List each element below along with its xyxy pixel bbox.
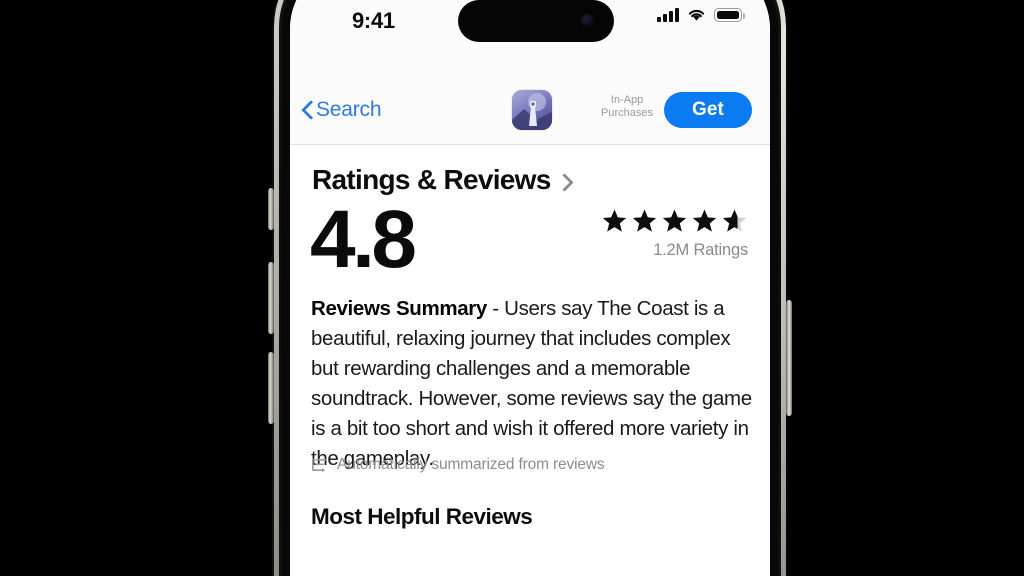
phone-screen: 9:41 Search In-App Purchases Get Ratings…: [290, 0, 770, 576]
wifi-icon: [688, 9, 705, 21]
get-button[interactable]: Get: [664, 92, 752, 128]
status-bar-indicators: [657, 8, 745, 22]
volume-up-button[interactable]: [268, 262, 274, 334]
cellular-bars-icon: [657, 8, 679, 22]
battery-full-icon: [714, 8, 745, 22]
reviews-summary-label: Reviews Summary: [311, 297, 487, 320]
app-detail-content: Ratings & Reviews 4.8 1.2M Ratings Revie…: [290, 146, 770, 576]
auto-summary-footnote: Automatically summarized from reviews: [310, 456, 605, 474]
in-app-purchases-label: In-App Purchases: [596, 94, 658, 120]
back-button-label: Search: [316, 98, 382, 121]
reviews-summary-separator: -: [486, 297, 505, 320]
status-bar: 9:41: [290, 0, 770, 52]
app-store-nav-bar: Search In-App Purchases Get: [290, 52, 770, 145]
star-icon-partial: [721, 208, 748, 234]
status-bar-clock: 9:41: [352, 8, 395, 33]
app-icon-the-coast[interactable]: [512, 90, 552, 130]
summarize-text-icon: [312, 457, 327, 472]
action-button[interactable]: [268, 188, 274, 230]
star-rating: [601, 208, 748, 234]
reviews-summary-body: Users say The Coast is a beautiful, rela…: [311, 297, 752, 470]
rating-summary-row: 4.8 1.2M Ratings: [290, 198, 770, 286]
back-to-search-button[interactable]: Search: [300, 98, 382, 122]
chevron-left-icon: [300, 99, 313, 121]
star-rating-block: 1.2M Ratings: [601, 208, 748, 260]
ratings-and-reviews-header[interactable]: Ratings & Reviews: [312, 164, 570, 196]
most-helpful-reviews-heading: Most Helpful Reviews: [311, 504, 533, 529]
front-camera-icon: [581, 14, 594, 27]
volume-down-button[interactable]: [268, 352, 274, 424]
average-rating-score: 4.8: [310, 194, 417, 285]
chevron-right-icon: [558, 172, 570, 192]
star-icon: [601, 208, 628, 234]
iap-line-1: In-App: [610, 94, 644, 106]
iap-line-2: Purchases: [601, 107, 653, 119]
star-icon: [691, 208, 718, 234]
star-icon: [631, 208, 658, 234]
reviews-summary-text: Reviews Summary - Users say The Coast is…: [311, 294, 757, 474]
auto-summary-footnote-label: Automatically summarized from reviews: [337, 456, 605, 473]
power-button[interactable]: [786, 300, 792, 416]
dynamic-island[interactable]: [458, 0, 614, 42]
ratings-count-label: 1.2M Ratings: [653, 241, 748, 259]
page-title: Ratings & Reviews: [312, 164, 551, 195]
star-icon: [661, 208, 688, 234]
screenshot-stage: 9:41 Search In-App Purchases Get Ratings…: [0, 0, 1024, 576]
